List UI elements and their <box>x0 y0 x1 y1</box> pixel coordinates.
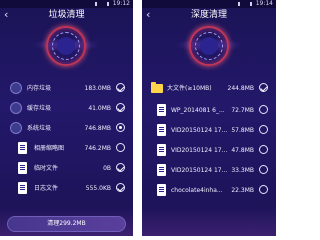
log-file-icon <box>18 182 27 194</box>
scan-gauge <box>175 26 243 66</box>
file-name: WP_2014081 6_... <box>171 107 225 114</box>
file-size: 47.8MB <box>231 147 254 154</box>
list-item-log-files[interactable]: 日志文件 555.0KB <box>0 180 133 197</box>
item-label: 系统垃圾 <box>27 125 52 132</box>
clean-button[interactable]: 清理299.2MB <box>7 216 126 232</box>
file-icon <box>157 104 166 116</box>
list-item-memory-junk[interactable]: 内存垃圾 183.0MB <box>0 80 133 97</box>
item-label: 内存垃圾 <box>27 85 52 92</box>
item-label: 相册缩略图 <box>34 145 65 152</box>
item-size: 41.0MB <box>88 105 111 112</box>
file-name: VID20150124 17... <box>171 167 228 174</box>
screenshot-gap <box>133 0 142 236</box>
file-checkbox[interactable] <box>259 145 268 154</box>
status-time: 19:12 <box>112 0 130 7</box>
list-item-file[interactable]: WP_2014081 6_... 72.7MB <box>142 102 276 119</box>
system-icon <box>10 122 22 134</box>
list-item-file[interactable]: VID20150124 17... 47.8MB <box>142 142 276 159</box>
item-size: 183.0MB <box>84 85 111 92</box>
memory-icon <box>10 82 22 94</box>
item-checkbox[interactable] <box>116 183 125 192</box>
file-size: 57.8MB <box>231 127 254 134</box>
cache-icon <box>10 102 22 114</box>
file-name: VID20150124 17... <box>171 147 228 154</box>
status-bar: 19:12 <box>0 0 133 8</box>
status-time: 19:14 <box>255 0 273 7</box>
thumbnail-icon <box>18 142 27 154</box>
list-item-file[interactable]: VID20150124 17... 57.8MB <box>142 122 276 139</box>
junk-clean-screen: 19:12 ‹ 垃圾清理 内存垃圾 183.0MB 缓存垃圾 41.0MB 系统… <box>0 0 133 236</box>
item-label: 日志文件 <box>34 185 59 192</box>
page-title: 深度清理 <box>190 10 227 20</box>
deep-clean-screen: 19:14 ‹ 深度清理 大文件(≥10MB) 244.8MB WP_20140… <box>142 0 276 236</box>
item-checkbox[interactable] <box>116 103 125 112</box>
file-icon <box>157 124 166 136</box>
file-checkbox[interactable] <box>259 105 268 114</box>
list-item-large-files-group[interactable]: 大文件(≥10MB) 244.8MB <box>142 80 276 97</box>
folder-icon <box>151 82 163 93</box>
item-size: 746.8MB <box>84 125 111 132</box>
item-size: 746.2MB <box>84 145 111 152</box>
item-checkbox[interactable] <box>116 143 125 152</box>
title-bar: ‹ 深度清理 <box>142 8 276 23</box>
group-size: 244.8MB <box>227 85 254 92</box>
file-size: 22.3MB <box>231 187 254 194</box>
file-icon <box>157 184 166 196</box>
file-size: 72.7MB <box>231 107 254 114</box>
list-item-thumbnails[interactable]: 相册缩略图 746.2MB <box>0 140 133 157</box>
item-checkbox[interactable] <box>116 83 125 92</box>
file-icon <box>157 164 166 176</box>
status-bar: 19:14 <box>142 0 276 8</box>
list-item-temp-files[interactable]: 临时文件 0B <box>0 160 133 177</box>
signal-icon <box>238 2 252 6</box>
list-item-file[interactable]: chocolate4inha... 22.3MB <box>142 182 276 199</box>
file-icon <box>157 144 166 156</box>
file-checkbox[interactable] <box>259 185 268 194</box>
file-size: 33.3MB <box>231 167 254 174</box>
file-checkbox[interactable] <box>259 125 268 134</box>
file-name: VID20150124 17... <box>171 127 228 134</box>
list-item-system-junk[interactable]: 系统垃圾 746.8MB <box>0 120 133 137</box>
file-checkbox[interactable] <box>259 165 268 174</box>
item-checkbox[interactable] <box>116 163 125 172</box>
item-checkbox[interactable] <box>116 123 125 132</box>
title-bar: ‹ 垃圾清理 <box>0 8 133 23</box>
list-item-cache-junk[interactable]: 缓存垃圾 41.0MB <box>0 100 133 117</box>
scan-gauge <box>32 26 100 66</box>
item-size: 555.0KB <box>85 185 111 192</box>
signal-icon <box>95 2 109 6</box>
group-label: 大文件(≥10MB) <box>167 85 212 92</box>
item-label: 临时文件 <box>34 165 59 172</box>
file-name: chocolate4inha... <box>171 187 223 194</box>
group-checkbox[interactable] <box>259 83 268 92</box>
list-item-file[interactable]: VID20150124 17... 33.3MB <box>142 162 276 179</box>
item-label: 缓存垃圾 <box>27 105 52 112</box>
temp-file-icon <box>18 162 27 174</box>
item-size: 0B <box>103 165 111 172</box>
page-title: 垃圾清理 <box>48 10 85 20</box>
